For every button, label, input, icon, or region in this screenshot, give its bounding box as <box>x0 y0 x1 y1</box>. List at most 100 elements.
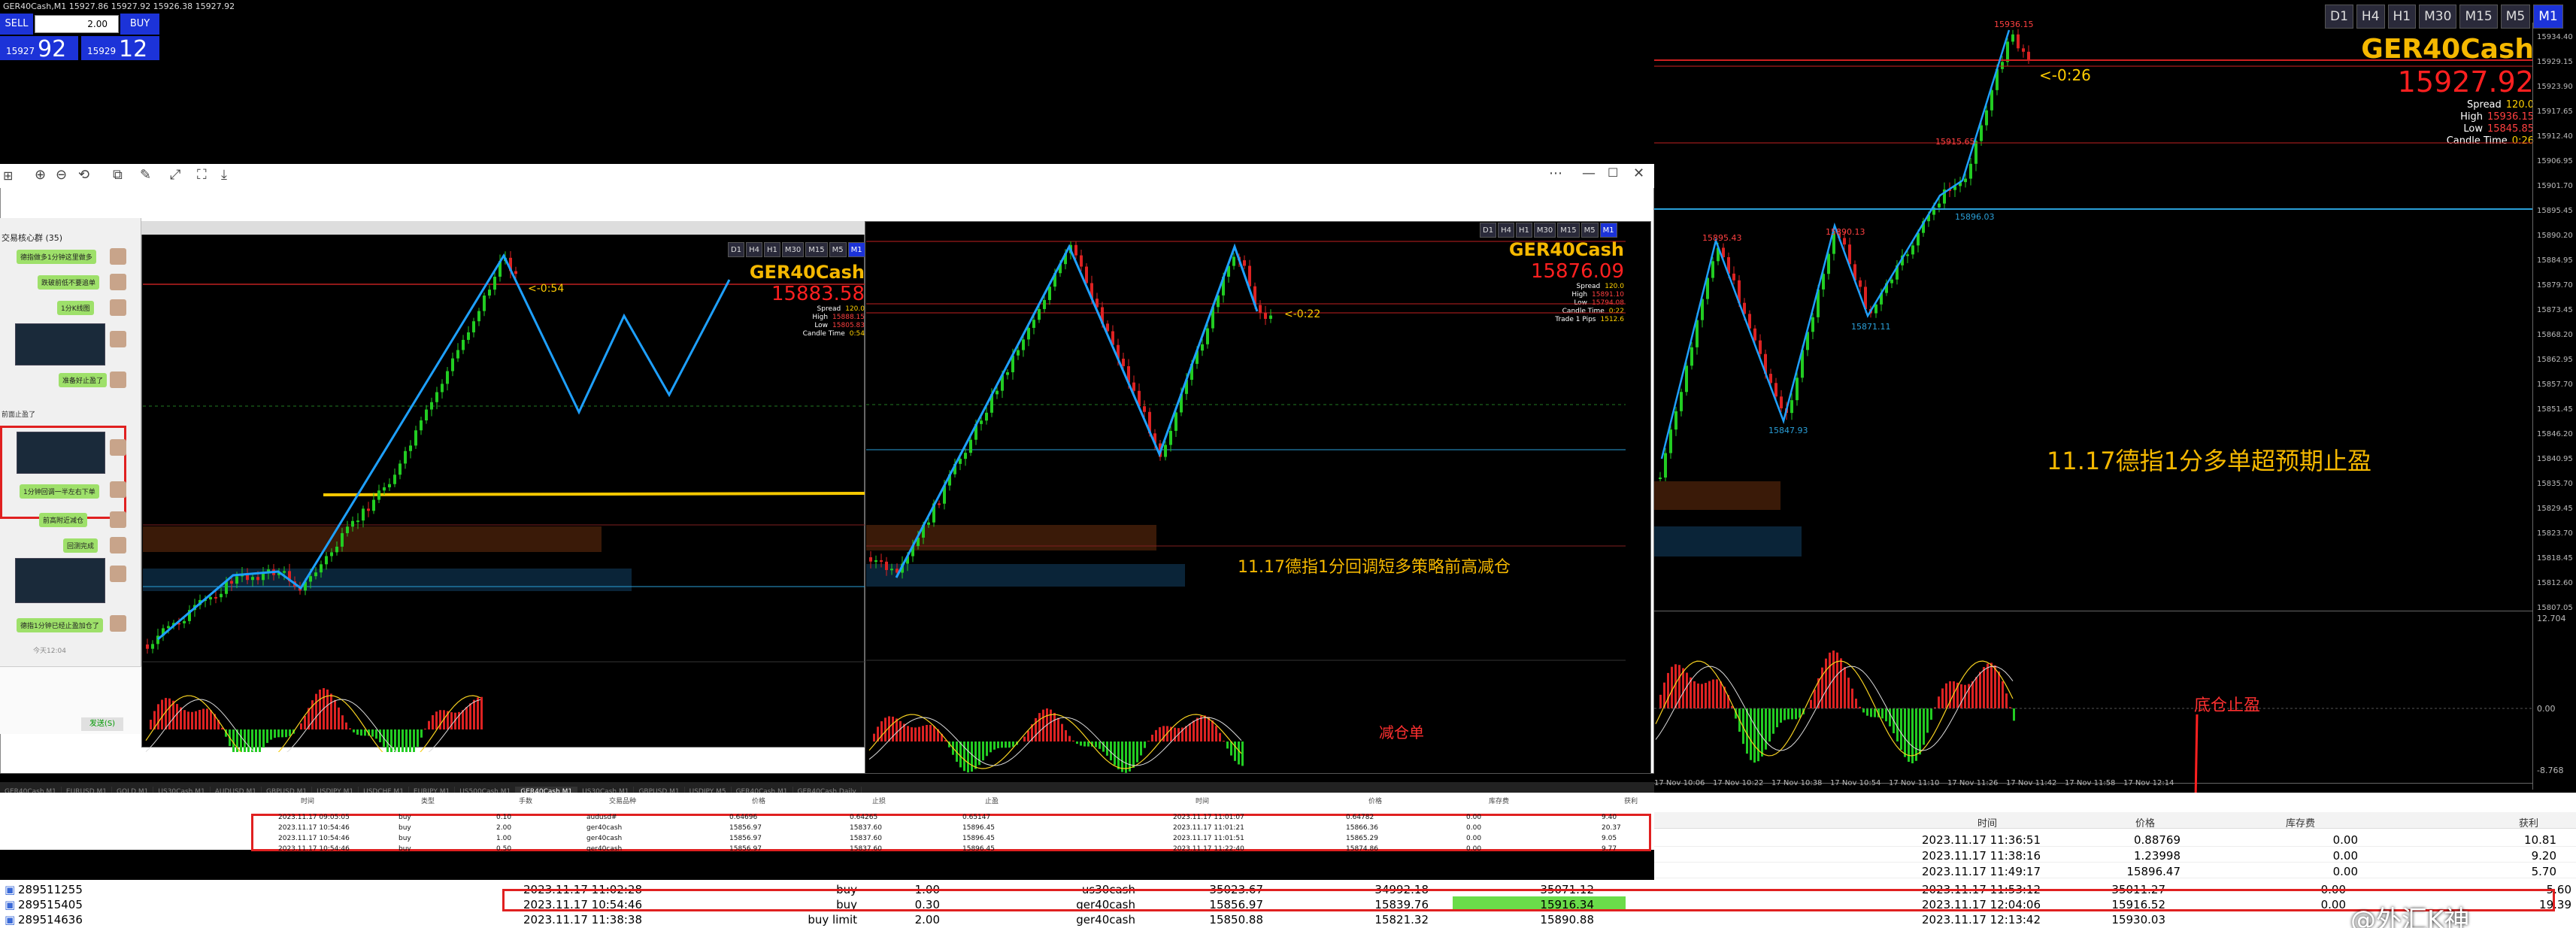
inner-order-row[interactable]: 2023.11.17 10:54:46 buy 1.00 ger40cash 15856… <box>0 835 1654 845</box>
candle-body <box>1132 382 1135 391</box>
chat-image[interactable] <box>17 432 105 474</box>
chat-image[interactable] <box>15 558 105 603</box>
histogram-bar <box>1230 741 1232 756</box>
tf-button-m30[interactable]: M30 <box>1533 223 1556 238</box>
inner-terminal-header: 时间 类型 手数 交易品种 价格 止损 止盈 时间 价格 库存费 获利 <box>0 796 1654 805</box>
more-icon[interactable]: ⋯ <box>1549 165 1562 181</box>
candle-body <box>1006 372 1009 375</box>
histogram-bar <box>1083 741 1086 747</box>
send-button[interactable]: 发送(S) <box>81 717 123 731</box>
histogram-bar <box>1065 729 1067 741</box>
inner-order-row[interactable]: 2023.11.17 10:54:46 buy 2.00 ger40cash 15856… <box>0 824 1654 834</box>
symbol-tab[interactable]: GER40Cash,M1 <box>516 787 578 793</box>
right-header-cell: 价格 <box>2135 818 2156 829</box>
order-sl: 15821.32 <box>1374 913 1429 926</box>
inner-order-cell: 15837.60 <box>850 845 882 853</box>
histogram-bar <box>199 710 201 729</box>
screen: { "main_chart": { "window_title": "GER40… <box>0 0 2576 928</box>
chat-message: 回测完成 <box>63 538 98 553</box>
symbol-tab[interactable]: GER40Cash,Daily <box>793 787 862 793</box>
symbol-tab[interactable]: US30Cash,M1 <box>153 787 211 793</box>
order-close-price: 15930.03 <box>2111 913 2165 926</box>
histogram-bar <box>1012 741 1014 748</box>
tf-button-h4[interactable]: H4 <box>1498 223 1514 238</box>
save-icon[interactable]: ⤓ <box>221 167 227 183</box>
crop-icon[interactable]: ⧉ <box>113 167 123 183</box>
candle-body <box>1269 315 1272 319</box>
histogram-bar <box>413 729 415 752</box>
inner-order-cell: 0.10 <box>496 814 512 821</box>
tf-button-m1[interactable]: M1 <box>1599 223 1617 238</box>
candle-body <box>483 295 486 311</box>
candle-body <box>456 350 459 359</box>
inner-order-row[interactable]: 2023.11.17 10:54:46 buy 0.50 ger40cash 15856… <box>0 845 1654 855</box>
tf-button-m15[interactable]: M15 <box>1557 223 1580 238</box>
candle-body <box>1206 328 1209 344</box>
history-close-time: 2023.11.17 11:38:16 <box>1922 849 2041 863</box>
zoom-in-icon[interactable]: ⊕ <box>35 167 46 183</box>
histogram-bar <box>1144 741 1146 748</box>
order-id: 289515405 <box>18 898 83 911</box>
close-icon[interactable]: ✕ <box>1633 165 1644 181</box>
candle-body <box>146 644 149 649</box>
chat-image[interactable] <box>15 323 105 365</box>
candle-body <box>309 576 312 582</box>
candle-body <box>346 526 349 533</box>
symbol-tab[interactable]: GBPUSD,M1 <box>262 787 313 793</box>
symbol-tab[interactable]: GOLD,M1 <box>112 787 154 793</box>
histogram-bar <box>319 690 321 729</box>
symbol-tab[interactable]: USDJPY,M1 <box>312 787 359 793</box>
histogram-bar <box>394 729 396 752</box>
inner-header-cell: 价格 <box>1368 798 1383 805</box>
edit-icon[interactable]: ✎ <box>140 167 151 183</box>
grid-icon[interactable]: ⊞ <box>3 168 13 183</box>
symbol-tab[interactable]: US30Cash,M1 <box>577 787 635 793</box>
symbol-tab[interactable]: EURUSD,M1 <box>62 787 113 793</box>
inner-order-cell: 20.37 <box>1602 824 1621 832</box>
chat-status: 今天12:04 <box>33 647 66 655</box>
symbol-tab[interactable]: GER40Cash,M1 <box>0 787 62 793</box>
histogram-bar <box>1151 734 1153 741</box>
minimize-icon[interactable]: — <box>1582 165 1596 181</box>
order-row[interactable]: ▣ 289514636 2023.11.17 11:38:38 buy limit 2.… <box>0 911 2576 926</box>
symbol-tab[interactable]: GBPUSD,M1 <box>634 787 685 793</box>
candle-body <box>420 420 423 431</box>
chat-message: 准备好止盈了 <box>59 373 108 387</box>
symbol-tab[interactable]: GER40Cash,M1 <box>732 787 793 793</box>
symbol-tab[interactable]: AUDUSD,M1 <box>211 787 262 793</box>
avatar <box>110 566 126 582</box>
candle-body <box>1080 255 1083 267</box>
tf-button-m5[interactable]: M5 <box>1580 223 1599 238</box>
candle-body <box>367 508 370 511</box>
symbol-tab[interactable]: USDJPY,M5 <box>685 787 732 793</box>
histogram-bar <box>982 741 984 761</box>
chat-panel: 交易核心群 (35) 前面止盈了 德指做多1分钟这里做多 跌破前低不要追单 1分… <box>0 218 141 734</box>
maximize-icon[interactable]: ☐ <box>1608 165 1618 180</box>
rotate-icon[interactable]: ⟲ <box>78 167 89 183</box>
candle-body <box>1043 299 1046 309</box>
chat-message: 德指做多1分钟这里做多 <box>17 250 96 264</box>
symbol-tab[interactable]: US500Cash,M1 <box>455 787 517 793</box>
fullscreen-icon[interactable]: ⛶ <box>197 167 207 183</box>
inner-header-cell: 价格 <box>752 798 766 805</box>
inner-order-cell: 9.40 <box>1602 814 1617 821</box>
candle-body <box>330 552 333 556</box>
inner-order-cell: 15856.97 <box>729 835 762 842</box>
inner-order-row[interactable]: 2023.11.17 09:05:05 buy 0.10 audusd# 0.64696… <box>0 814 1654 823</box>
histogram-bar <box>1132 741 1135 769</box>
fit-icon[interactable]: ⤢ <box>170 167 180 183</box>
histogram-bar <box>911 727 913 741</box>
tf-button-h1[interactable]: H1 <box>1515 223 1532 238</box>
zoom-out-icon[interactable]: ⊖ <box>56 167 67 183</box>
inner-order-cell: buy <box>399 814 411 821</box>
tf-button-d1[interactable]: D1 <box>1480 223 1497 238</box>
symbol-tab[interactable]: EURJPY,M1 <box>409 787 456 793</box>
histogram-bar <box>967 741 969 773</box>
inner-order-cell: 2.00 <box>496 824 512 832</box>
histogram-bar <box>390 729 392 752</box>
symbol-tab[interactable]: USDCHF,M1 <box>359 787 409 793</box>
histogram-bar <box>432 715 434 729</box>
histogram-bar <box>1080 741 1082 746</box>
histogram-bar <box>255 729 257 752</box>
histogram-bar <box>462 710 464 729</box>
